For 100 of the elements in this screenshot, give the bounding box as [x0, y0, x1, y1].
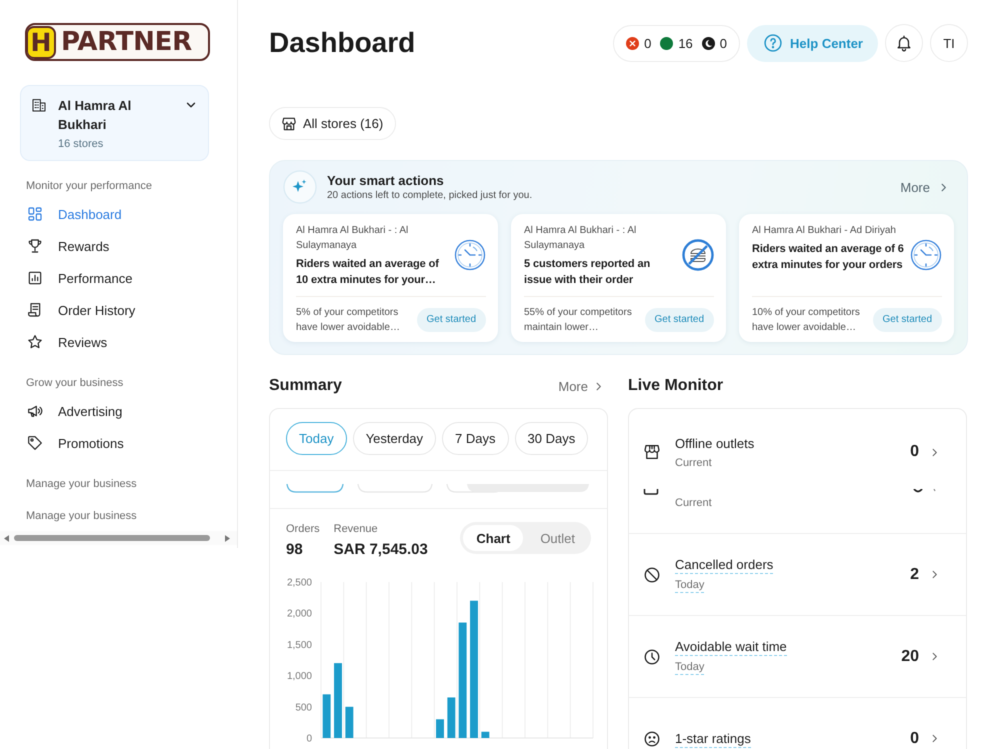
metric-title: 1-star ratings — [675, 730, 751, 748]
action-headline: 5 customers reported an issue with their order — [524, 257, 652, 288]
axis-tick-label: 1,000 — [286, 671, 312, 682]
competitor-note: 5% of your competitors have lower avoidable… — [296, 306, 401, 334]
sad-face-icon — [643, 730, 661, 748]
section-title: Live Monitor — [628, 376, 724, 396]
period-tab[interactable]: 30 Days — [514, 422, 588, 455]
axis-tick-label: 2,500 — [286, 578, 312, 588]
nav-item[interactable]: Advertising — [0, 395, 237, 427]
store-status-summary[interactable]: 0 16 0 — [613, 24, 740, 62]
help-icon — [763, 33, 784, 53]
store-name: Al Hamra Al Bukhari — [58, 97, 132, 134]
view-tab[interactable]: Outlet — [527, 525, 588, 551]
stat-label: Revenue — [334, 522, 379, 537]
period-tab[interactable]: 7 Days — [442, 422, 509, 455]
section-heading: Grow your business — [26, 376, 124, 390]
logo-mark: H — [27, 26, 56, 58]
status-count: 0 — [720, 36, 728, 50]
chart-bar — [481, 732, 490, 738]
action-card[interactable]: Al Hamra Al Bukhari - Ad Diriyah Riders waited an average of 6 extra minutes for your orders 10% of your competitors have lower avoidable… Get started — [739, 214, 954, 342]
section-title: Summary — [269, 376, 342, 396]
star-icon — [27, 334, 43, 350]
metric-value: 2 — [910, 566, 919, 584]
metric-period: Today — [675, 660, 704, 675]
chart-bar — [345, 706, 354, 738]
axis-tick-label: 1,500 — [286, 640, 312, 651]
user-avatar[interactable]: TI — [930, 24, 968, 62]
nav-item[interactable]: Rewards — [0, 230, 237, 262]
status-count: 16 — [678, 36, 693, 50]
clock-icon — [643, 648, 661, 666]
action-card[interactable]: Al Hamra Al Bukhari - : Al Sulaymanaya 5 customers reported an issue with their order 55% of your competitors maintain lower… Get started — [511, 214, 726, 342]
action-headline: Riders waited an average of 6 extra minutes for your orders — [752, 242, 905, 273]
bell-icon — [895, 34, 913, 52]
monitor-row[interactable]: Cancelled orders Today 2 — [629, 533, 966, 615]
no-food-icon — [682, 239, 714, 271]
nav-item[interactable]: Order History — [0, 294, 237, 326]
clipped-icon-drawing — [643, 489, 659, 495]
chart-icon — [27, 270, 43, 286]
stat-label: Orders — [286, 522, 320, 537]
metric-title: Avoidable wait time — [675, 638, 787, 656]
logo-wordmark: PARTNER — [61, 27, 192, 57]
chart-bar — [322, 694, 331, 738]
metric-value: 0 — [910, 730, 919, 748]
metric-period: Current — [675, 456, 712, 470]
metric-value: 20 — [901, 648, 919, 666]
competitor-note: 55% of your competitors maintain lower… — [524, 306, 633, 334]
store-label: Al Hamra Al Bukhari - Ad Diriyah — [752, 224, 897, 238]
status-count: 0 — [644, 36, 652, 50]
axis-tick-label: 500 — [295, 702, 312, 714]
nav-item[interactable]: Reviews — [0, 326, 237, 358]
more-link[interactable]: More — [900, 180, 955, 194]
page-title: Dashboard — [269, 26, 416, 60]
metric-title: Offline outlets — [675, 434, 754, 452]
section-heading: Monitor your performance — [26, 179, 153, 193]
trophy-icon — [27, 238, 43, 254]
store-label: Al Hamra Al Bukhari - : Al Sulaymanaya — [524, 224, 638, 253]
store-switcher[interactable]: Al Hamra Al Bukhari 16 stores — [20, 85, 209, 161]
stat-value: 98 — [286, 540, 304, 560]
axis-tick-label: 2,000 — [286, 608, 312, 620]
monitor-row[interactable]: 1-star ratings 0 — [629, 697, 966, 749]
nav-item[interactable]: Performance — [0, 262, 237, 294]
chart-bar — [436, 719, 444, 738]
axis-tick-label: 0 — [306, 734, 312, 744]
store-count: 16 stores — [58, 137, 104, 152]
section-heading: Manage your business — [26, 509, 138, 523]
period-tab[interactable]: Yesterday — [352, 422, 436, 455]
smart-actions-subtitle: 20 actions left to complete, picked just for you. — [327, 188, 532, 202]
action-headline: Riders waited an average of 10 extra minutes for your… — [296, 257, 440, 288]
smart-actions-title: Your smart actions — [327, 172, 445, 188]
more-link[interactable]: More — [558, 378, 608, 394]
clock-icon — [454, 239, 486, 271]
logo[interactable]: H PARTNER — [25, 23, 210, 61]
grid-icon — [27, 206, 43, 222]
nav-item[interactable]: Dashboard — [0, 198, 237, 230]
metric-period: Today — [675, 578, 704, 593]
stat-value: SAR 7,545.03 — [334, 540, 428, 560]
competitor-note: 10% of your competitors have lower avoidable… — [752, 306, 861, 334]
metric-period: Current — [675, 496, 712, 510]
sparkle-icon — [283, 170, 317, 204]
scroll-left-arrow-icon[interactable] — [4, 534, 9, 542]
ban-icon — [643, 566, 661, 584]
metric-title: Cancelled orders — [675, 556, 774, 574]
chart-bar — [447, 697, 456, 738]
storefront-icon — [643, 443, 661, 461]
scroll-right-arrow-icon[interactable] — [225, 534, 230, 542]
horizontal-scrollbar[interactable] — [0, 531, 237, 545]
action-card[interactable]: Al Hamra Al Bukhari - : Al Sulaymanaya Riders waited an average of 10 extra minutes for your… 5% of your competitors have lower avoidable… Get started — [283, 214, 498, 342]
building-icon — [31, 97, 47, 113]
store-filter-button[interactable]: All stores (16) — [269, 107, 396, 140]
nav-item[interactable]: Promotions — [0, 427, 237, 459]
monitor-row[interactable]: Offline outlets Current 0 — [629, 409, 966, 489]
monitor-row[interactable]: Avoidable wait time Today 20 — [629, 615, 966, 697]
receipt-icon — [27, 302, 43, 318]
scrollbar-thumb[interactable] — [14, 535, 210, 541]
tag-icon — [27, 435, 43, 451]
notifications-button[interactable] — [885, 24, 923, 62]
view-toggle[interactable]: Chart Outlet — [460, 522, 591, 554]
store-label: Al Hamra Al Bukhari - : Al Sulaymanaya — [296, 224, 410, 253]
view-tab[interactable]: Chart — [463, 525, 524, 551]
clock-icon — [910, 239, 942, 271]
